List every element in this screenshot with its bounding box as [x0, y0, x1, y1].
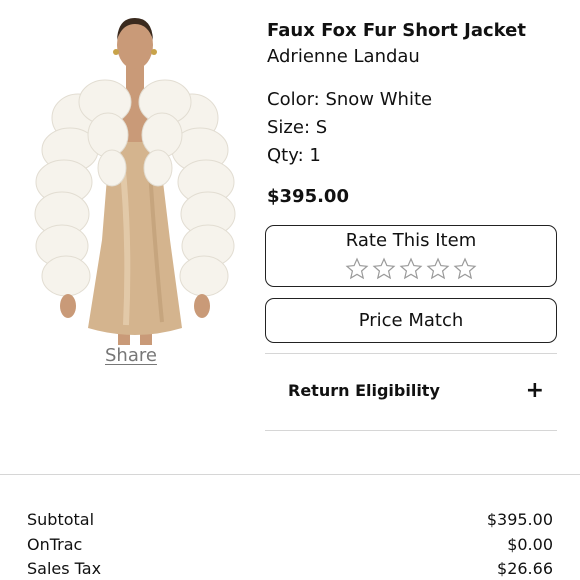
star-icon[interactable]: [345, 257, 369, 281]
return-eligibility-toggle[interactable]: Return Eligibility +: [288, 380, 548, 406]
rate-item-box[interactable]: Rate This Item: [265, 225, 557, 287]
star-icon[interactable]: [426, 257, 450, 281]
shipping-label: OnTrac: [27, 535, 83, 554]
star-icon[interactable]: [399, 257, 423, 281]
subtotal-label: Subtotal: [27, 510, 95, 529]
price-match-button[interactable]: Price Match: [265, 298, 557, 343]
rate-item-label: Rate This Item: [345, 230, 477, 251]
star-icon[interactable]: [453, 257, 477, 281]
product-brand[interactable]: Adrienne Landau: [267, 46, 420, 67]
product-image[interactable]: [30, 10, 240, 345]
plus-icon[interactable]: +: [526, 380, 544, 402]
share-link[interactable]: Share: [105, 345, 157, 366]
product-price: $395.00: [267, 186, 349, 207]
product-title: Faux Fox Fur Short Jacket: [267, 20, 526, 41]
return-eligibility-label: Return Eligibility: [288, 381, 440, 400]
product-size: Size: S: [267, 117, 328, 138]
star-icon[interactable]: [372, 257, 396, 281]
sales-tax-value: $26.66: [497, 559, 553, 578]
product-color: Color: Snow White: [267, 89, 433, 110]
divider: [265, 430, 557, 431]
divider: [265, 353, 557, 354]
star-rating[interactable]: [266, 257, 556, 281]
summary-divider: [0, 474, 580, 475]
subtotal-value: $395.00: [486, 510, 553, 529]
sales-tax-label: Sales Tax: [27, 559, 102, 578]
shipping-value: $0.00: [507, 535, 553, 554]
product-qty: Qty: 1: [267, 145, 321, 166]
